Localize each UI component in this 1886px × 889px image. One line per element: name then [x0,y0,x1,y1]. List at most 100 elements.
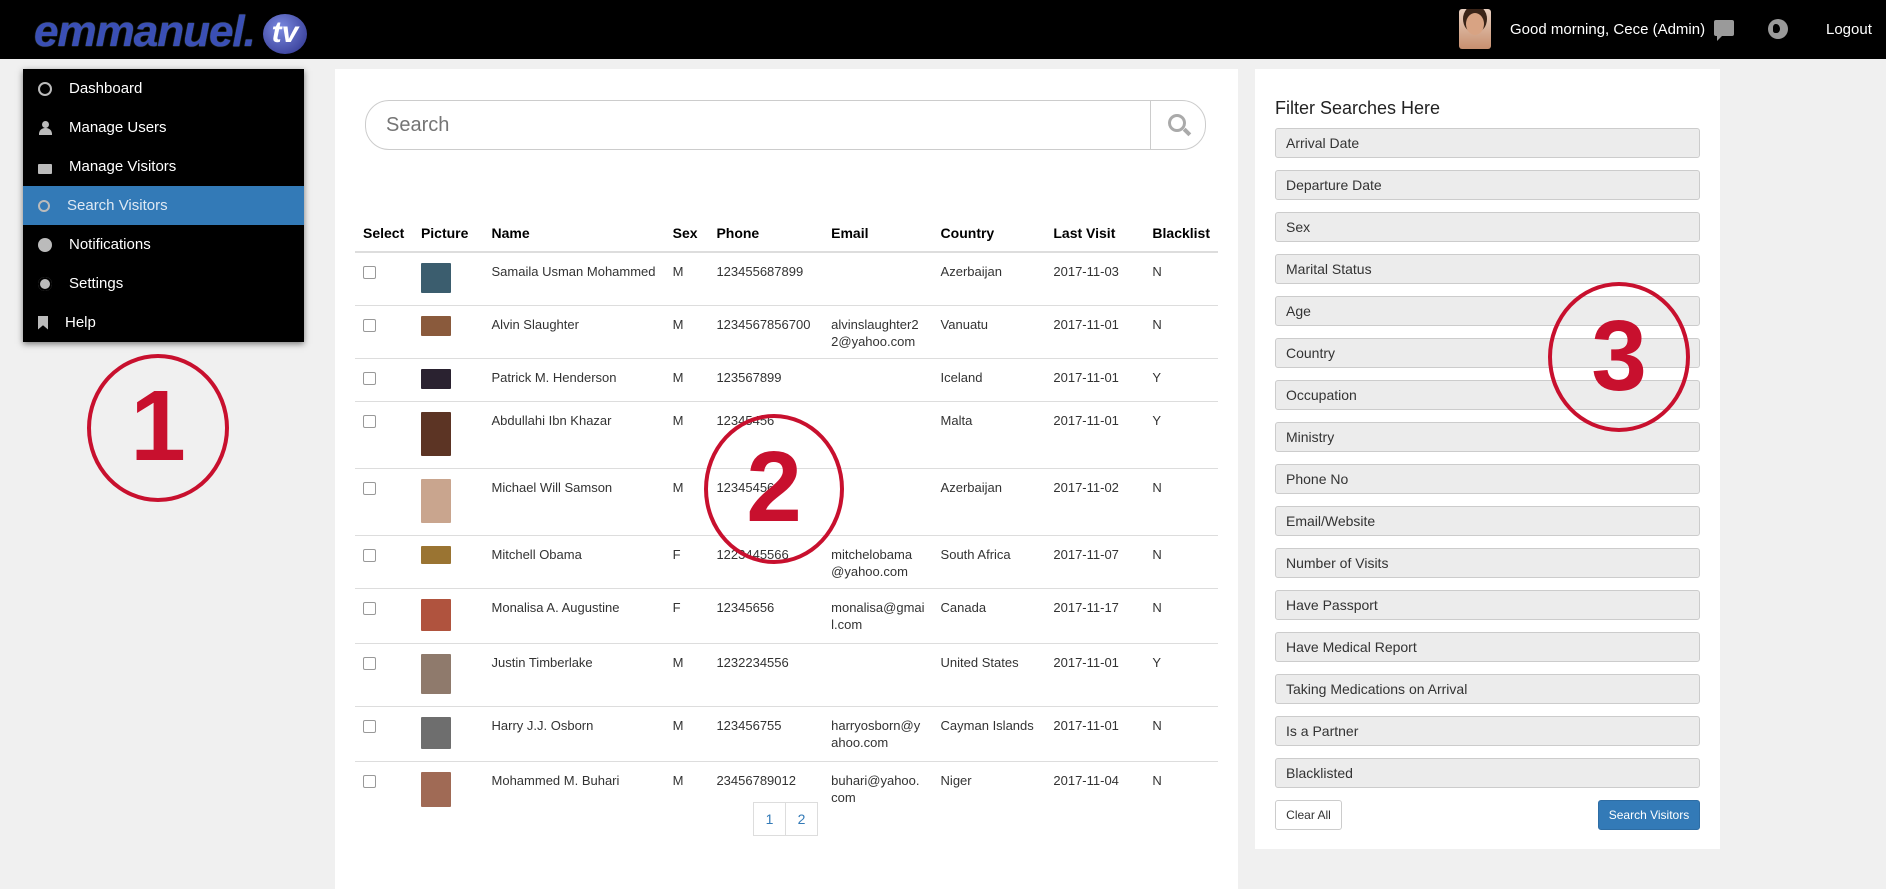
brand-logo-badge[interactable]: tv [263,14,307,54]
visitor-email: monalisa@gmai l.com [823,588,933,644]
visitor-email [823,251,933,306]
visitor-photo [420,263,451,293]
filter-option-blacklisted[interactable]: Blacklisted [1275,758,1700,788]
sidebar-item-label: Help [65,314,96,331]
brand-logo[interactable]: emmanuel. [34,10,256,54]
visitor-last-visit: 2017-11-01 [1045,706,1145,762]
select-checkbox[interactable] [363,775,376,788]
visitor-email [823,643,933,707]
annotation-marker-1: 1 [87,354,229,502]
filter-option-have-passport[interactable]: Have Passport [1275,590,1700,620]
filter-option-have-medical-report[interactable]: Have Medical Report [1275,632,1700,662]
pagination: 1 2 [753,802,818,836]
filter-option-email-website[interactable]: Email/Website [1275,506,1700,536]
visitor-phone: 1234567856700 [708,305,824,359]
visitor-sex: M [664,643,709,707]
select-checkbox[interactable] [363,720,376,733]
column-header-select: Select [355,215,413,253]
visitor-country: United States [932,643,1046,707]
gear-icon [38,276,52,291]
select-checkbox[interactable] [363,319,376,332]
sidebar-item-dashboard[interactable]: Dashboard [23,69,304,108]
sidebar-item-manage-users[interactable]: Manage Users [23,108,304,147]
column-header-country: Country [932,215,1046,253]
visitor-photo [420,546,451,564]
visitor-sex: M [664,468,709,536]
visitor-phone: 12345656 [708,588,824,644]
filter-title: Filter Searches Here [1275,98,1441,118]
sidebar-item-manage-visitors[interactable]: Manage Visitors [23,147,304,186]
sidebar-item-notifications[interactable]: Notifications [23,225,304,264]
clear-all-button[interactable]: Clear All [1275,800,1342,830]
visitor-country: Cayman Islands [932,706,1046,762]
globe-icon[interactable] [1768,19,1788,39]
logout-link[interactable]: Logout [1826,21,1872,38]
visitor-name: Michael Will Samson [483,468,665,536]
visitor-photo [420,316,451,336]
search-input[interactable] [366,101,1156,149]
bookmark-icon [38,315,48,330]
visitor-country: Canada [932,588,1046,644]
visitor-blacklist: N [1144,706,1218,762]
sidebar-menu: Dashboard Manage Users Manage Visitors S… [23,69,304,342]
visitor-email: mitchelobama @yahoo.com [823,535,933,589]
visitor-name: Mitchell Obama [483,535,665,589]
filter-option-marital-status[interactable]: Marital Status [1275,254,1700,284]
visitor-last-visit: 2017-11-07 [1045,535,1145,589]
select-checkbox[interactable] [363,266,376,279]
search-button[interactable] [1150,101,1205,149]
filter-option-departure-date[interactable]: Departure Date [1275,170,1700,200]
filter-option-phone-no[interactable]: Phone No [1275,464,1700,494]
visitor-photo [420,717,451,749]
visitor-country: Azerbaijan [932,251,1046,306]
visitor-sex: M [664,761,709,819]
visitor-country: Niger [932,761,1046,819]
table-row: Samaila Usman Mohammed M 123455687899 Az… [355,251,1218,306]
filter-option-number-of-visits[interactable]: Number of Visits [1275,548,1700,578]
select-checkbox[interactable] [363,482,376,495]
search-visitors-button[interactable]: Search Visitors [1598,800,1700,830]
filter-option-arrival-date[interactable]: Arrival Date [1275,128,1700,158]
table-row: Patrick M. Henderson M 123567899 Iceland… [355,358,1218,402]
visitor-phone: 1232234556 [708,643,824,707]
table-row: Alvin Slaughter M 1234567856700 alvinsla… [355,305,1218,359]
visitor-last-visit: 2017-11-04 [1045,761,1145,819]
visitor-blacklist: Y [1144,401,1218,469]
visitor-blacklist: N [1144,468,1218,536]
visitor-name: Abdullahi Ibn Khazar [483,401,665,469]
visitor-country: South Africa [932,535,1046,589]
select-checkbox[interactable] [363,602,376,615]
visitor-phone: 123567899 [708,358,824,402]
table-row: Monalisa A. Augustine F 12345656 monalis… [355,588,1218,644]
visitor-email: harryosborn@y ahoo.com [823,706,933,762]
sidebar-item-search-visitors[interactable]: Search Visitors [23,186,304,225]
visitor-sex: F [664,588,709,644]
select-checkbox[interactable] [363,372,376,385]
sidebar-item-help[interactable]: Help [23,303,304,342]
column-header-sex: Sex [664,215,709,253]
select-checkbox[interactable] [363,549,376,562]
visitor-sex: M [664,305,709,359]
visitor-sex: F [664,535,709,589]
visitor-name: Harry J.J. Osborn [483,706,665,762]
search-icon [38,199,50,212]
page-link[interactable]: 1 [753,802,786,836]
visitor-blacklist: N [1144,588,1218,644]
filter-option-is-a-partner[interactable]: Is a Partner [1275,716,1700,746]
filter-option-sex[interactable]: Sex [1275,212,1700,242]
visitor-name: Justin Timberlake [483,643,665,707]
visitor-photo [420,599,451,631]
visitor-name: Samaila Usman Mohammed [483,251,665,306]
avatar[interactable] [1459,9,1491,49]
chat-icon[interactable] [1714,20,1734,41]
page-link[interactable]: 2 [786,802,818,836]
select-checkbox[interactable] [363,415,376,428]
sidebar-item-label: Notifications [69,236,151,253]
table-header-row: Select Picture Name Sex Phone Email Coun… [355,215,1218,253]
select-checkbox[interactable] [363,657,376,670]
filter-option-taking-medications[interactable]: Taking Medications on Arrival [1275,674,1700,704]
visitor-last-visit: 2017-11-03 [1045,251,1145,306]
column-header-name: Name [483,215,665,253]
sidebar-item-settings[interactable]: Settings [23,264,304,303]
visitor-name: Monalisa A. Augustine [483,588,665,644]
